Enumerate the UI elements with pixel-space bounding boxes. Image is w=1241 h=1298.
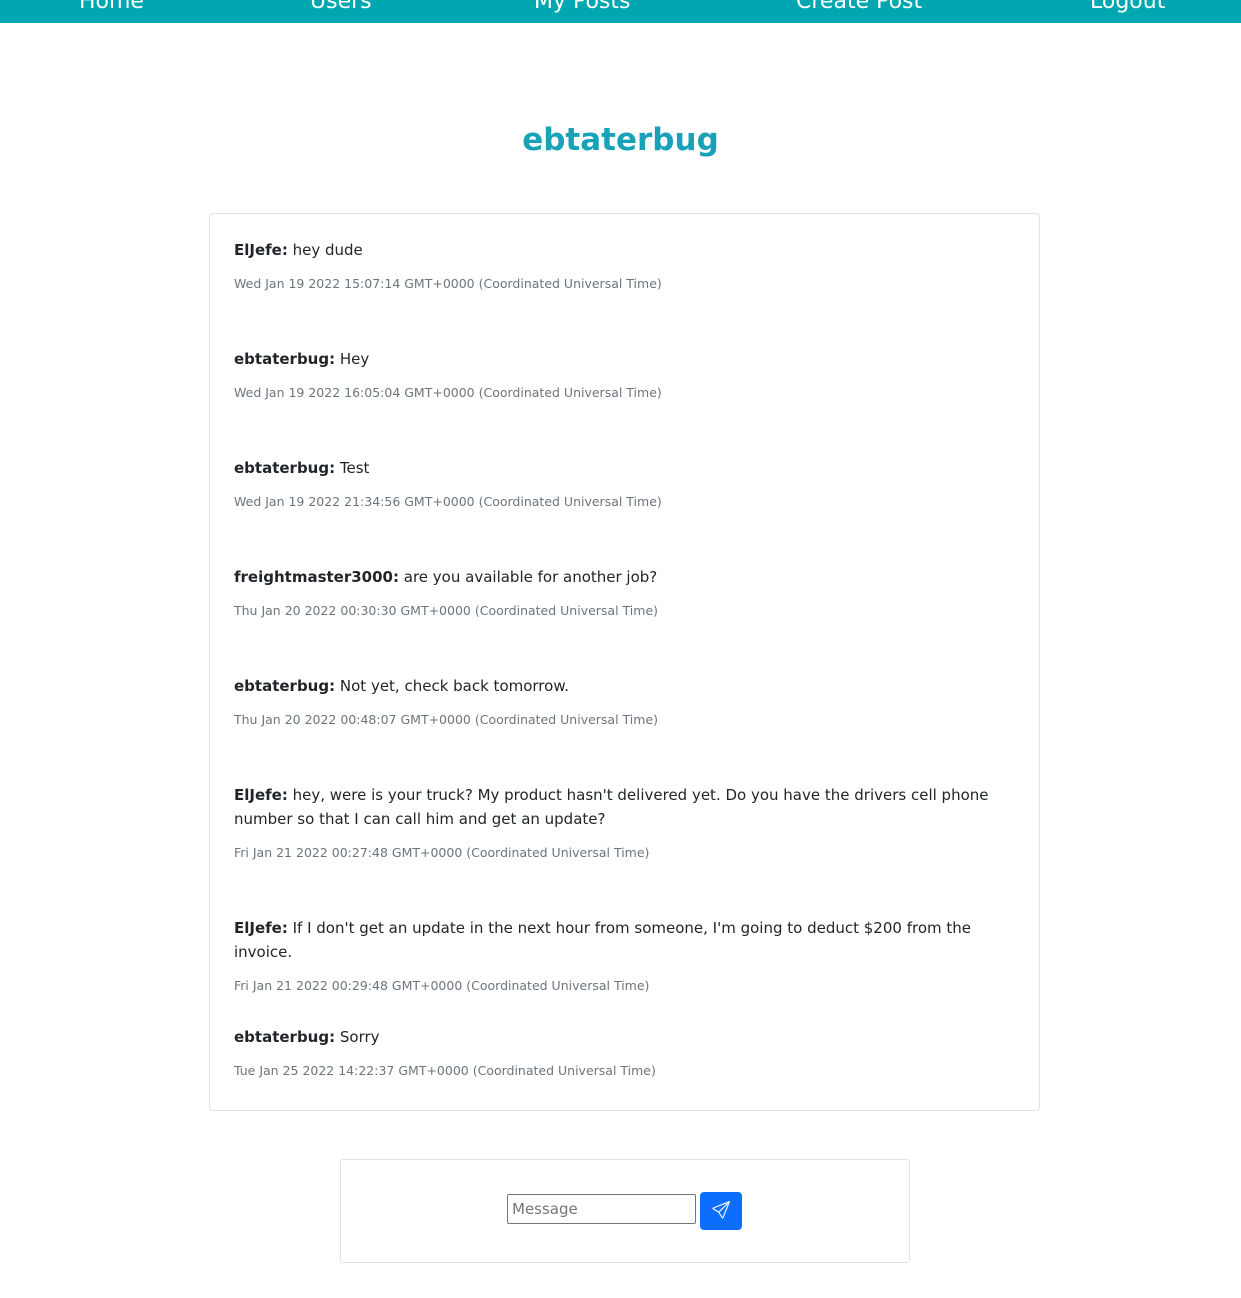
message-text: Hey bbox=[339, 350, 370, 368]
message-body: freightmaster3000: are you available for… bbox=[234, 565, 1019, 589]
message-body: ebtaterbug: Hey bbox=[234, 347, 1019, 371]
message-author: ebtaterbug: bbox=[234, 677, 336, 695]
message-timestamp: Thu Jan 20 2022 00:48:07 GMT+0000 (Coord… bbox=[234, 712, 659, 727]
message-text: If I don't get an update in the next hou… bbox=[234, 919, 971, 961]
message-text: Test bbox=[339, 459, 370, 477]
message-timestamp: Fri Jan 21 2022 00:27:48 GMT+0000 (Coord… bbox=[234, 845, 650, 860]
message-body: ebtaterbug: Test bbox=[234, 456, 1019, 480]
message-body: ebtaterbug: Not yet, check back tomorrow… bbox=[234, 674, 1019, 698]
message-text: hey dude bbox=[292, 241, 363, 259]
message-body: ebtaterbug: Sorry bbox=[234, 1025, 1019, 1049]
message-body: ElJefe: If I don't get an update in the … bbox=[234, 916, 1019, 964]
message-author: ebtaterbug: bbox=[234, 350, 336, 368]
message-item: ebtaterbug: Sorry Tue Jan 25 2022 14:22:… bbox=[234, 1025, 1019, 1080]
message-item: ElJefe: If I don't get an update in the … bbox=[234, 916, 1019, 995]
nav-create-post-link[interactable]: Create Post bbox=[796, 0, 922, 16]
message-timestamp: Wed Jan 19 2022 21:34:56 GMT+0000 (Coord… bbox=[234, 494, 662, 509]
message-body: ElJefe: hey dude bbox=[234, 238, 1019, 262]
message-author: ElJefe: bbox=[234, 919, 288, 937]
nav-users-link[interactable]: Users bbox=[310, 0, 372, 16]
send-button[interactable] bbox=[700, 1192, 742, 1230]
page-title: ebtaterbug bbox=[522, 122, 719, 158]
message-compose-form bbox=[340, 1159, 910, 1263]
message-timestamp: Wed Jan 19 2022 16:05:04 GMT+0000 (Coord… bbox=[234, 385, 662, 400]
message-item: ElJefe: hey, were is your truck? My prod… bbox=[234, 783, 1019, 862]
message-item: ebtaterbug: Test Wed Jan 19 2022 21:34:5… bbox=[234, 456, 1019, 511]
top-navbar: Home Users My Posts Create Post Logout bbox=[0, 0, 1241, 23]
message-item: freightmaster3000: are you available for… bbox=[234, 565, 1019, 620]
message-text: hey, were is your truck? My product hasn… bbox=[234, 786, 989, 828]
message-author: ElJefe: bbox=[234, 786, 288, 804]
message-timestamp: Fri Jan 21 2022 00:29:48 GMT+0000 (Coord… bbox=[234, 978, 650, 993]
message-item: ElJefe: hey dude Wed Jan 19 2022 15:07:1… bbox=[234, 238, 1019, 293]
message-author: ebtaterbug: bbox=[234, 1028, 336, 1046]
message-thread: ElJefe: hey dude Wed Jan 19 2022 15:07:1… bbox=[209, 213, 1040, 1111]
message-text: are you available for another job? bbox=[403, 568, 658, 586]
message-author: ElJefe: bbox=[234, 241, 288, 259]
message-item: ebtaterbug: Not yet, check back tomorrow… bbox=[234, 674, 1019, 729]
nav-logout-link[interactable]: Logout bbox=[1090, 0, 1165, 16]
message-input[interactable] bbox=[507, 1194, 696, 1224]
message-author: ebtaterbug: bbox=[234, 459, 336, 477]
message-timestamp: Wed Jan 19 2022 15:07:14 GMT+0000 (Coord… bbox=[234, 276, 662, 291]
message-timestamp: Thu Jan 20 2022 00:30:30 GMT+0000 (Coord… bbox=[234, 603, 659, 618]
message-item: ebtaterbug: Hey Wed Jan 19 2022 16:05:04… bbox=[234, 347, 1019, 402]
nav-my-posts-link[interactable]: My Posts bbox=[534, 0, 631, 16]
message-text: Sorry bbox=[339, 1028, 380, 1046]
message-body: ElJefe: hey, were is your truck? My prod… bbox=[234, 783, 1019, 831]
message-text: Not yet, check back tomorrow. bbox=[339, 677, 569, 695]
message-author: freightmaster3000: bbox=[234, 568, 399, 586]
paper-plane-icon bbox=[712, 1200, 731, 1222]
nav-home-link[interactable]: Home bbox=[79, 0, 144, 16]
message-timestamp: Tue Jan 25 2022 14:22:37 GMT+0000 (Coord… bbox=[234, 1063, 656, 1078]
